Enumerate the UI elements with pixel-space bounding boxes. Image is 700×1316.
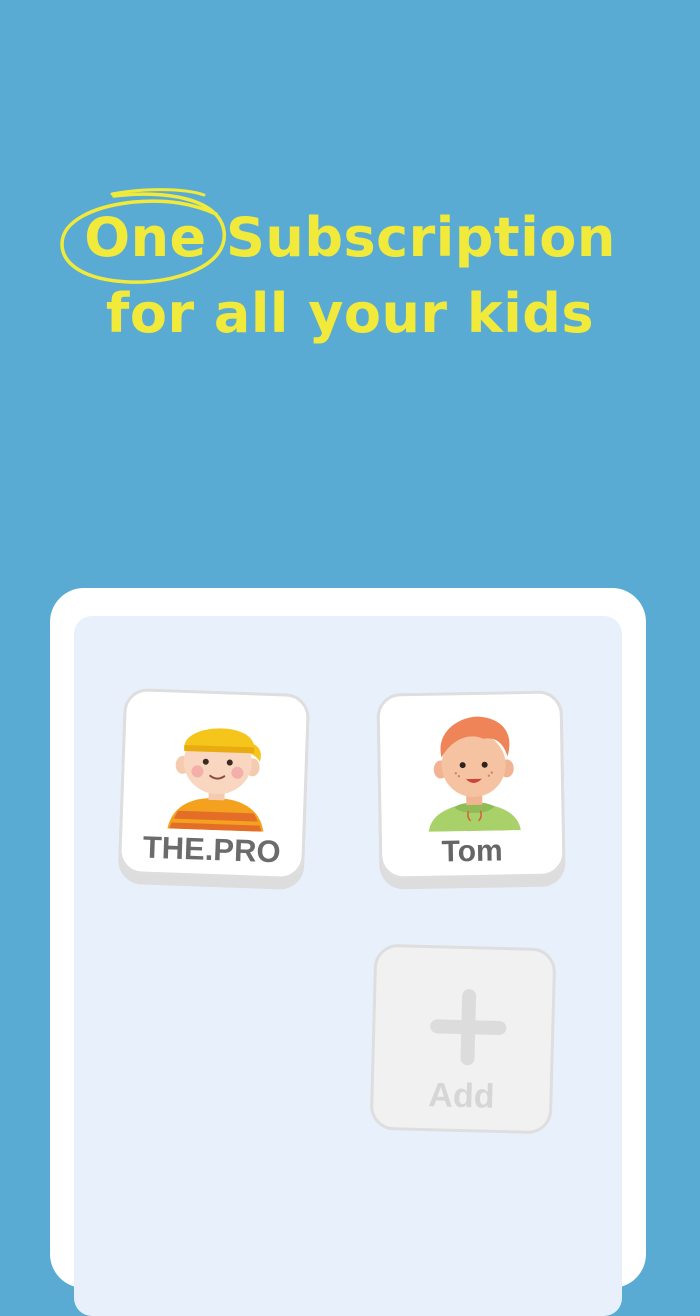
phone-frame: THE.PRO Tom Add <box>50 588 646 1316</box>
profile-screen: THE.PRO Tom Add <box>74 616 622 1316</box>
plus-icon <box>429 988 507 1066</box>
boy-yellow-cap-avatar-icon <box>167 728 264 832</box>
profile-name-tom: Tom <box>441 834 503 869</box>
boy-red-hair-hoodie-avatar-icon <box>428 716 521 832</box>
headline-line-2: for all your kids <box>105 282 595 345</box>
profile-name-the-pro: THE.PRO <box>142 829 282 870</box>
profile-card-tom[interactable]: Tom <box>376 690 566 880</box>
headline: One Subscription for all your kids <box>0 188 700 352</box>
profile-card-the-pro[interactable]: THE.PRO <box>117 687 311 881</box>
headline-rest-text: Subscription <box>206 206 616 269</box>
add-label: Add <box>427 1076 496 1116</box>
headline-line-1: One Subscription <box>0 188 700 284</box>
add-profile-button[interactable]: Add <box>369 943 557 1135</box>
headline-highlight-text: One <box>84 206 207 269</box>
headline-highlight: One <box>60 188 226 284</box>
plus-icon-vertical <box>460 988 477 1066</box>
